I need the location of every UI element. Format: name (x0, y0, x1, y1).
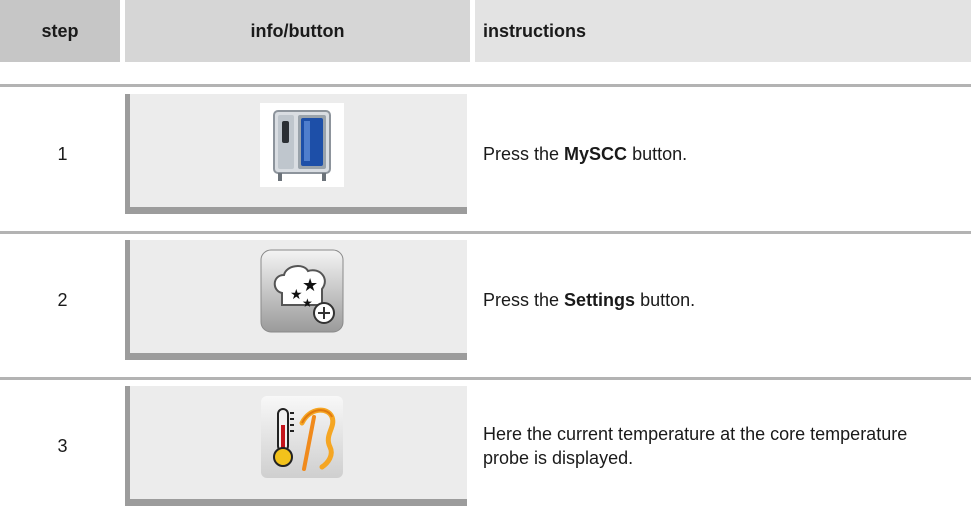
core-temperature-probe-icon[interactable] (260, 395, 344, 479)
instruction-text: Here the current temperature at the core… (483, 386, 953, 506)
instruction-text-before: Press the (483, 144, 565, 164)
myscc-icon[interactable] (260, 103, 344, 187)
header-instructions: instructions (475, 0, 971, 62)
instruction-text: Press the MySCC button. (483, 94, 953, 214)
header-step: step (0, 0, 120, 62)
step-number: 3 (57, 435, 68, 456)
row-divider (0, 231, 971, 234)
settings-icon[interactable]: ★ ★ ★ (260, 249, 344, 333)
header-instructions-label: instructions (483, 20, 587, 41)
instruction-text-after: button. (627, 144, 688, 164)
svg-text:★: ★ (290, 287, 303, 303)
row-divider (0, 84, 971, 87)
svg-text:★: ★ (302, 275, 318, 296)
step-row-2: 2 ★ ★ ★ Press the Settings button. (0, 240, 971, 360)
header-step-label: step (41, 20, 79, 41)
header-info-button: info/button (125, 0, 470, 62)
instruction-text-before: Here the current temperature at the core… (483, 424, 908, 468)
instruction-text-after: button. (635, 290, 696, 310)
instruction-text-before: Press the (483, 290, 565, 310)
step-row-3: 3 Here the current temperature at the co… (0, 386, 971, 506)
step-number: 1 (57, 143, 68, 164)
step-number: 2 (57, 289, 68, 310)
step-row-1: 1 Press the MySCC button. (0, 94, 971, 214)
instruction-button-name: MySCC (564, 144, 628, 164)
instruction-button-name: Settings (564, 290, 636, 310)
header-info-label: info/button (250, 20, 345, 41)
svg-text:★: ★ (302, 296, 313, 310)
instruction-text: Press the Settings button. (483, 240, 953, 360)
row-divider (0, 377, 971, 380)
